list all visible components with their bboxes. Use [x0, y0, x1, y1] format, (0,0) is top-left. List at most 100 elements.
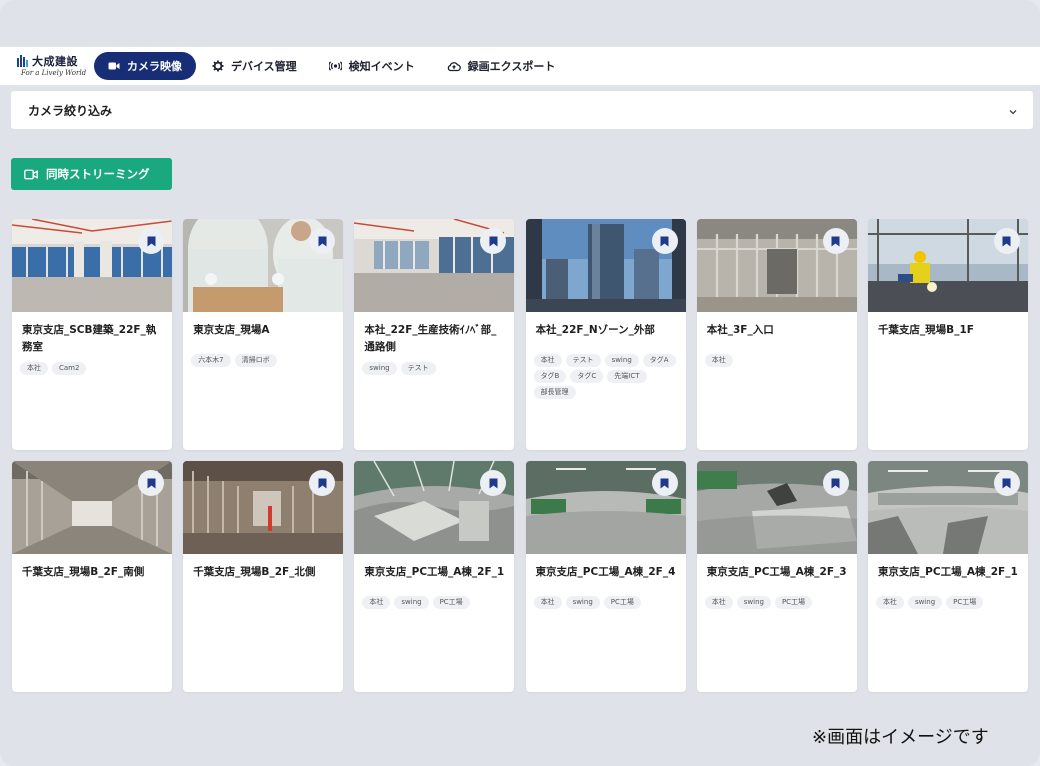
camera-card[interactable]: 本社_22F_生産技術ｲﾉﾍﾞ部_通路側 swing テスト [354, 219, 515, 450]
bookmark-icon [831, 236, 840, 246]
bookmark-button[interactable] [309, 470, 336, 496]
tag-list: 本社 Cam2 [12, 356, 172, 375]
camera-thumbnail[interactable] [867, 461, 1028, 554]
nav-camera-feed[interactable]: カメラ映像 [94, 52, 196, 80]
bookmark-button[interactable] [993, 470, 1020, 496]
camera-title: 東京支店_現場A [193, 324, 270, 336]
bookmark-button[interactable] [651, 470, 678, 496]
broadcast-icon [328, 61, 342, 71]
bookmark-icon [489, 478, 498, 488]
tag-list: 本社 テスト swing タグA タグB タグC 先端ICT 部長管理 [526, 348, 686, 399]
camera-card[interactable]: 東京支店_現場A 六本木7 清掃ロボ [183, 219, 344, 450]
bookmark-icon [1002, 236, 1011, 246]
camera-card[interactable]: 本社_22F_Nゾーン_外部 本社 テスト swing タグA タグB タグC … [525, 219, 686, 450]
bookmark-button[interactable] [309, 228, 336, 254]
bookmark-icon [147, 478, 155, 488]
camera-title: 千葉支店_現場B_1F [877, 324, 974, 336]
video-camera-icon [24, 169, 38, 180]
tag-list [868, 348, 1028, 354]
tag: タグA [642, 354, 676, 367]
tag: タグB [533, 370, 567, 383]
bookmark-button[interactable] [138, 470, 164, 496]
tag: swing [362, 362, 397, 375]
camera-thumbnail[interactable] [12, 461, 172, 554]
camera-thumbnail[interactable] [354, 461, 515, 554]
camera-filter-label: カメラ絞り込み [28, 103, 113, 118]
tag: PC工場 [603, 596, 641, 609]
tag: swing [907, 596, 943, 609]
cloud-upload-icon [447, 61, 461, 72]
bookmark-button[interactable] [993, 228, 1020, 254]
tag: 部長管理 [533, 386, 576, 399]
camera-card[interactable]: 東京支店_PC工場_A棟_2F_4 本社 swing PC工場 [525, 461, 686, 692]
camera-card[interactable]: 千葉支店_現場B_1F [867, 219, 1028, 450]
camera-title: 東京支店_PC工場_A棟_2F_3 [706, 566, 847, 578]
camera-title: 東京支店_PC工場_A棟_2F_1 [877, 566, 1018, 578]
bookmark-icon [660, 478, 669, 488]
tag: PC工場 [432, 596, 470, 609]
camera-filter-bar[interactable]: カメラ絞り込み [11, 91, 1033, 129]
camera-thumbnail[interactable] [354, 219, 515, 312]
camera-thumbnail[interactable] [183, 461, 344, 554]
company-logo[interactable]: 大成建設 For a Lively World [14, 49, 94, 83]
tag: 本社 [704, 596, 733, 609]
nav-device-management[interactable]: デバイス管理 [198, 52, 311, 80]
camera-card[interactable]: 本社_3F_入口 本社 [696, 219, 857, 450]
tag: 本社 [20, 362, 48, 375]
camera-title: 本社_22F_生産技術ｲﾉﾍﾞ部_通路側 [364, 324, 497, 353]
tag: 本社 [533, 596, 562, 609]
bookmark-icon [489, 236, 498, 246]
camera-card[interactable]: 千葉支店_現場B_2F_北側 [183, 461, 344, 692]
logo-name: 大成建設 [32, 55, 78, 68]
tag: タグC [570, 370, 604, 383]
tag: テスト [565, 354, 601, 367]
tag: テスト [400, 362, 436, 375]
stream-button-label: 同時ストリーミング [46, 167, 150, 181]
camera-thumbnail[interactable] [696, 461, 857, 554]
tag: 本社 [362, 596, 391, 609]
tag: swing [565, 596, 600, 609]
tag-list: 本社 swing PC工場 [526, 590, 686, 609]
tag: 本社 [533, 354, 562, 367]
camera-card[interactable]: 東京支店_PC工場_A棟_2F_1 本社 swing PC工場 [867, 461, 1028, 692]
camera-grid: 東京支店_SCB建築_22F_執務室 本社 Cam2 東京支店_現場A 六本木7… [12, 219, 1028, 692]
nav-label: 検知イベント [348, 60, 415, 73]
camera-card[interactable]: 千葉支店_現場B_2F_南側 [12, 461, 172, 692]
tag-list: 六本木7 清掃ロボ [183, 348, 343, 367]
bookmark-button[interactable] [822, 228, 849, 254]
tag-list: 本社 swing PC工場 [868, 590, 1028, 609]
camera-title: 千葉支店_現場B_2F_南側 [22, 566, 145, 578]
video-camera-icon [108, 61, 120, 71]
tag: PC工場 [774, 596, 813, 609]
tag: 六本木7 [191, 354, 231, 367]
simultaneous-streaming-button[interactable]: 同時ストリーミング [11, 158, 172, 190]
gear-icon [212, 60, 224, 72]
tag-list: 本社 [697, 348, 857, 367]
nav-detection-events[interactable]: 検知イベント [315, 52, 429, 80]
chevron-down-icon[interactable] [1009, 104, 1017, 118]
tag: 本社 [875, 596, 904, 609]
tag-list: 本社 swing PC工場 [354, 590, 514, 609]
tag: Cam2 [52, 362, 87, 375]
tag: 先端ICT [607, 370, 647, 383]
camera-thumbnail[interactable] [12, 219, 172, 312]
bookmark-button[interactable] [822, 470, 849, 496]
nav-recording-export[interactable]: 録画エクスポート [433, 52, 570, 80]
logo-tagline: For a Lively World [21, 69, 87, 77]
camera-thumbnail[interactable] [867, 219, 1028, 312]
camera-thumbnail[interactable] [696, 219, 857, 312]
tag: 本社 [704, 354, 733, 367]
camera-card[interactable]: 東京支店_PC工場_A棟_2F_3 本社 swing PC工場 [696, 461, 857, 692]
camera-card[interactable]: 東京支店_SCB建築_22F_執務室 本社 Cam2 [12, 219, 172, 450]
camera-thumbnail[interactable] [525, 219, 686, 312]
camera-card[interactable]: 東京支店_PC工場_A棟_2F_1 本社 swing PC工場 [354, 461, 515, 692]
camera-title: 東京支店_PC工場_A棟_2F_1 [364, 566, 505, 578]
disclaimer-note: ※画面はイメージです [812, 727, 989, 748]
camera-thumbnail[interactable] [183, 219, 344, 312]
bookmark-button[interactable] [651, 228, 678, 254]
nav-label: デバイス管理 [231, 60, 297, 73]
camera-thumbnail[interactable] [525, 461, 686, 554]
bookmark-icon [318, 236, 327, 246]
tag-list: swing テスト [354, 356, 514, 375]
bookmark-button[interactable] [138, 228, 164, 254]
